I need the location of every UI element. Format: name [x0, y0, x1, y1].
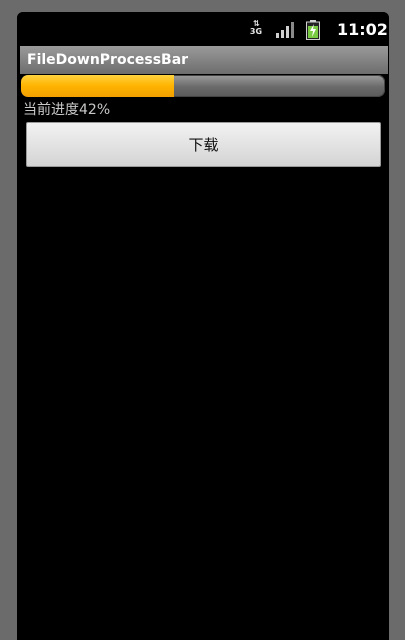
network-label: 3G: [249, 27, 263, 36]
network-3g-icon: ⇅ 3G: [249, 19, 263, 36]
progress-fill: [21, 75, 174, 97]
status-bar: ⇅ 3G 11:02: [17, 12, 389, 46]
download-progress-bar: [21, 75, 385, 97]
status-time: 11:02: [337, 20, 388, 39]
progress-label: 当前进度42%: [23, 102, 111, 118]
app-title-bar: FileDownProcessBar: [20, 46, 388, 74]
battery-charging-icon: [306, 20, 320, 40]
download-button[interactable]: 下载: [26, 122, 381, 167]
signal-icon: [276, 22, 294, 38]
app-title: FileDownProcessBar: [27, 52, 189, 68]
device-screen: ⇅ 3G 11:02 FileDownProcessBar 当前进度42% 下载: [17, 12, 389, 640]
